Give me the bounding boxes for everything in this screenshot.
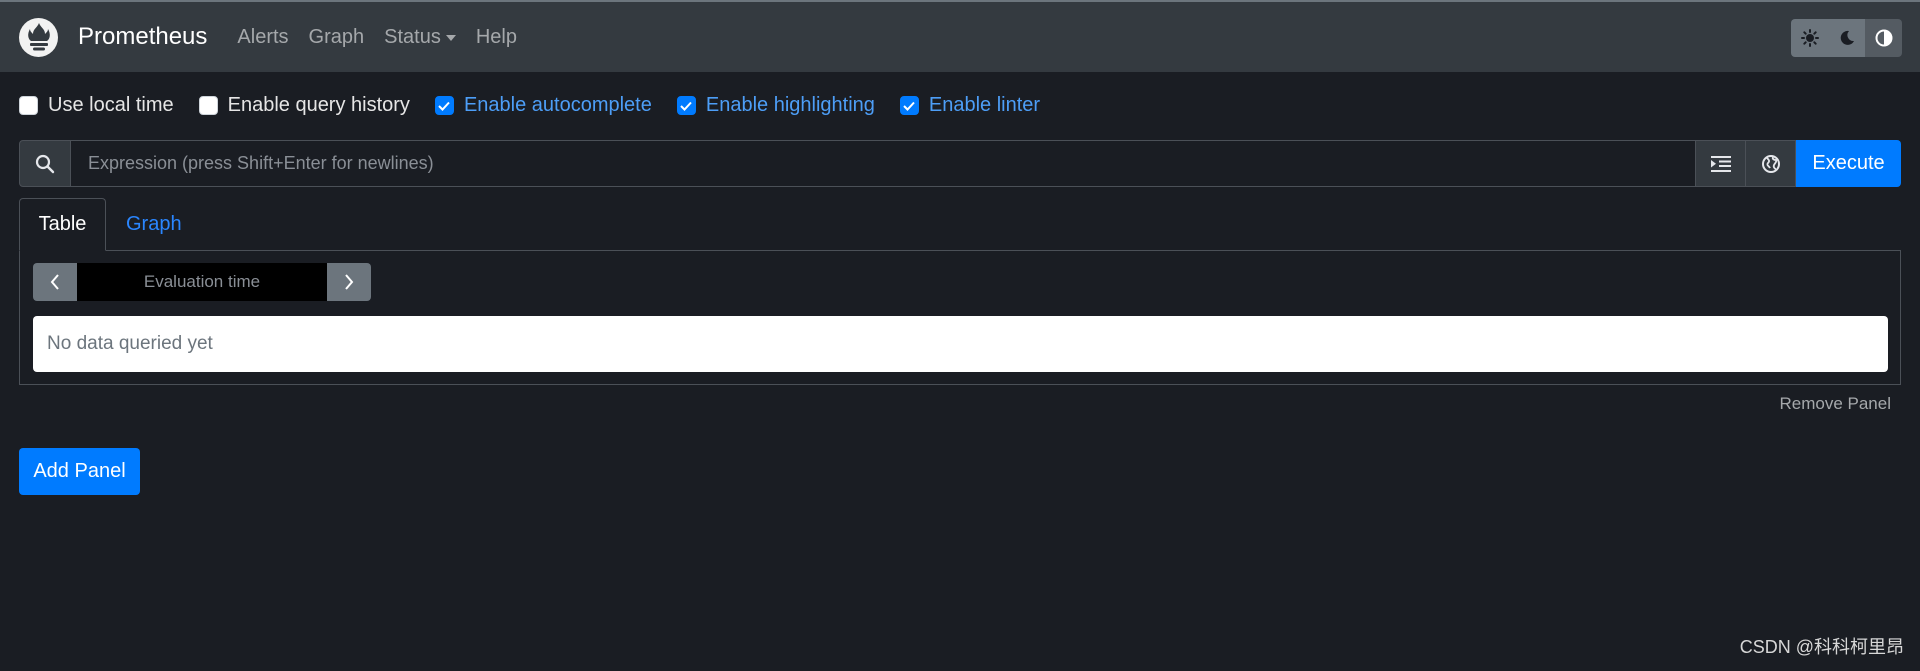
checkbox-unchecked-icon[interactable] — [198, 96, 218, 115]
theme-switcher — [1791, 19, 1902, 57]
moon-icon — [1840, 30, 1854, 45]
chevron-left-icon — [50, 274, 59, 290]
option-label: Enable linter — [928, 94, 1041, 116]
expression-input[interactable] — [71, 140, 1696, 187]
option-enable-highlighting[interactable]: Enable highlighting — [676, 94, 875, 117]
half-circle-icon — [1875, 29, 1892, 47]
execute-button[interactable]: Execute — [1796, 140, 1901, 187]
expression-bar: Execute — [19, 140, 1901, 187]
no-data-message: No data queried yet — [33, 316, 1888, 372]
checkbox-checked-icon[interactable] — [899, 96, 919, 115]
nav-link-alerts[interactable]: Alerts — [237, 26, 288, 49]
option-use-local-time[interactable]: Use local time — [19, 94, 174, 117]
evaluation-time-control — [33, 263, 371, 301]
option-enable-linter[interactable]: Enable linter — [899, 94, 1041, 117]
remove-panel-link[interactable]: Remove Panel — [1779, 394, 1891, 414]
caret-down-icon — [445, 35, 456, 41]
chevron-right-icon — [345, 274, 354, 290]
option-label: Enable highlighting — [705, 94, 875, 116]
watermark-text: CSDN @科科柯里昂 — [1739, 637, 1904, 657]
checkbox-unchecked-icon[interactable] — [19, 96, 38, 115]
theme-auto-button[interactable] — [1865, 19, 1902, 57]
option-label: Enable autocomplete — [463, 94, 652, 116]
search-icon — [35, 154, 55, 173]
tab-graph[interactable]: Graph — [106, 198, 202, 251]
add-panel-button[interactable]: Add Panel — [19, 448, 140, 495]
checkbox-checked-icon[interactable] — [676, 96, 696, 115]
option-label: Use local time — [48, 94, 174, 116]
top-navbar: Prometheus Alerts Graph Status Help — [0, 0, 1920, 72]
eval-time-back-button[interactable] — [33, 263, 77, 301]
option-enable-query-history[interactable]: Enable query history — [198, 94, 410, 117]
prometheus-logo-icon[interactable] — [19, 17, 58, 57]
format-expression-button[interactable] — [1696, 140, 1746, 187]
nav-dropdown-status[interactable]: Status — [384, 26, 456, 49]
globe-icon — [1761, 154, 1780, 173]
sun-icon — [1800, 29, 1819, 47]
panel-tabs: Table Graph — [19, 198, 202, 251]
nav-link-help[interactable]: Help — [476, 26, 517, 49]
nav-link-status-label: Status — [384, 25, 441, 48]
eval-time-forward-button[interactable] — [327, 263, 371, 301]
search-icon-box — [19, 140, 71, 187]
option-enable-autocomplete[interactable]: Enable autocomplete — [434, 94, 652, 117]
brand-name[interactable]: Prometheus — [78, 23, 207, 51]
query-options: Use local time Enable query history Enab… — [19, 94, 1065, 117]
theme-light-button[interactable] — [1791, 19, 1828, 57]
query-panel: No data queried yet — [19, 250, 1901, 385]
tab-table[interactable]: Table — [19, 198, 106, 251]
theme-dark-button[interactable] — [1828, 19, 1865, 57]
checkbox-checked-icon[interactable] — [434, 96, 454, 115]
indent-icon — [1710, 155, 1731, 172]
evaluation-time-input[interactable] — [77, 263, 327, 301]
metrics-explorer-button[interactable] — [1746, 140, 1796, 187]
option-label: Enable query history — [227, 94, 410, 116]
nav-link-graph[interactable]: Graph — [309, 26, 365, 49]
